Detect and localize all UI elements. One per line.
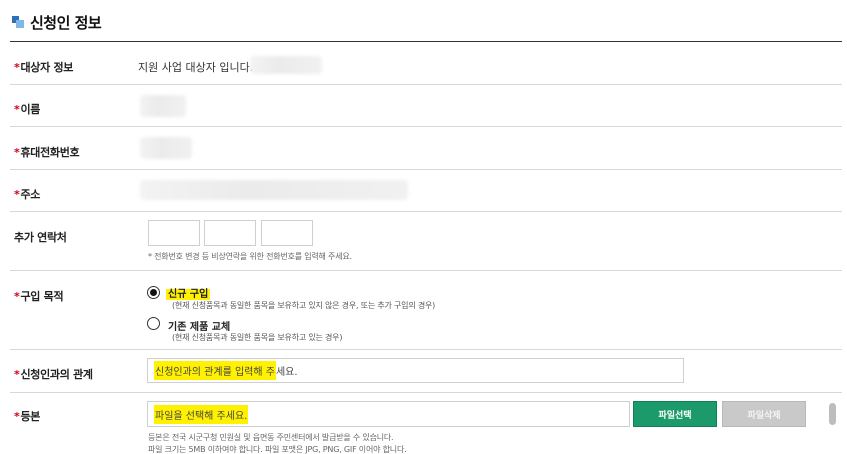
label-purpose: *구입 목적 — [14, 290, 64, 303]
required-mark: * — [14, 61, 20, 74]
document-file-input[interactable]: 파일을 선택해 주세요. — [147, 401, 630, 427]
required-mark: * — [14, 146, 20, 159]
required-mark: * — [14, 188, 20, 201]
radio-new-purchase[interactable] — [147, 286, 160, 299]
required-mark: * — [14, 290, 20, 303]
radio-replace-product[interactable] — [147, 317, 160, 330]
required-mark: * — [14, 368, 20, 381]
section-icon — [12, 16, 24, 28]
row-name — [10, 85, 842, 127]
required-mark: * — [14, 410, 20, 423]
row-extra-contact — [10, 212, 842, 271]
document-note-1: 등본은 전국 시군구청 민원실 및 읍면동 주민센터에서 발급받을 수 있습니다… — [148, 433, 394, 442]
row-target-info — [10, 42, 842, 85]
relation-input[interactable]: 신청인과의 관계를 입력해 주 세요. — [147, 358, 684, 383]
file-delete-button[interactable]: 파일삭제 — [722, 401, 806, 427]
target-info-value: 지원 사업 대상자 입니다. — [138, 61, 254, 74]
redacted-mobile — [140, 137, 192, 159]
extra-contact-part2[interactable] — [204, 220, 256, 246]
label-mobile: *휴대전화번호 — [14, 146, 80, 159]
redacted-target-info — [250, 56, 322, 74]
row-mobile — [10, 127, 842, 170]
document-placeholder: 파일을 선택해 주세요. — [154, 404, 249, 424]
extra-contact-part1[interactable] — [148, 220, 200, 246]
label-name: *이름 — [14, 103, 41, 116]
redacted-name — [140, 95, 186, 117]
label-target-info: *대상자 정보 — [14, 61, 74, 74]
radio-replace-product-label: 기존 제품 교체 — [168, 322, 231, 333]
radio-new-purchase-label: 신규 구입 — [166, 289, 211, 300]
row-address — [10, 170, 842, 212]
label-address: *주소 — [14, 188, 41, 201]
file-select-button[interactable]: 파일선택 — [633, 401, 717, 427]
relation-placeholder-highlighted: 신청인과의 관계를 입력해 주 — [154, 361, 276, 380]
section-title: 신청인 정보 — [30, 14, 102, 32]
radio-new-purchase-desc: (현재 신청품목과 동일한 품목을 보유하고 있지 않은 경우, 또는 추가 구… — [172, 301, 436, 310]
relation-placeholder-rest: 세요. — [275, 367, 298, 378]
document-note-2: 파일 크기는 5MB 이하여야 합니다. 파일 포맷은 JPG, PNG, GI… — [148, 445, 407, 454]
radio-replace-product-desc: (현재 신청품목과 동일한 품목을 보유하고 있는 경우) — [172, 333, 343, 342]
redacted-address — [140, 180, 408, 200]
required-mark: * — [14, 103, 20, 116]
label-document: *등본 — [14, 410, 41, 423]
label-extra-contact: 추가 연락처 — [14, 231, 67, 244]
label-relation: *신청인과의 관계 — [14, 368, 93, 381]
scrollbar-handle[interactable] — [829, 403, 836, 425]
extra-contact-part3[interactable] — [261, 220, 313, 246]
extra-contact-note: * 전화번호 변경 등 비상연락을 위한 전화번호를 입력해 주세요. — [148, 252, 352, 261]
